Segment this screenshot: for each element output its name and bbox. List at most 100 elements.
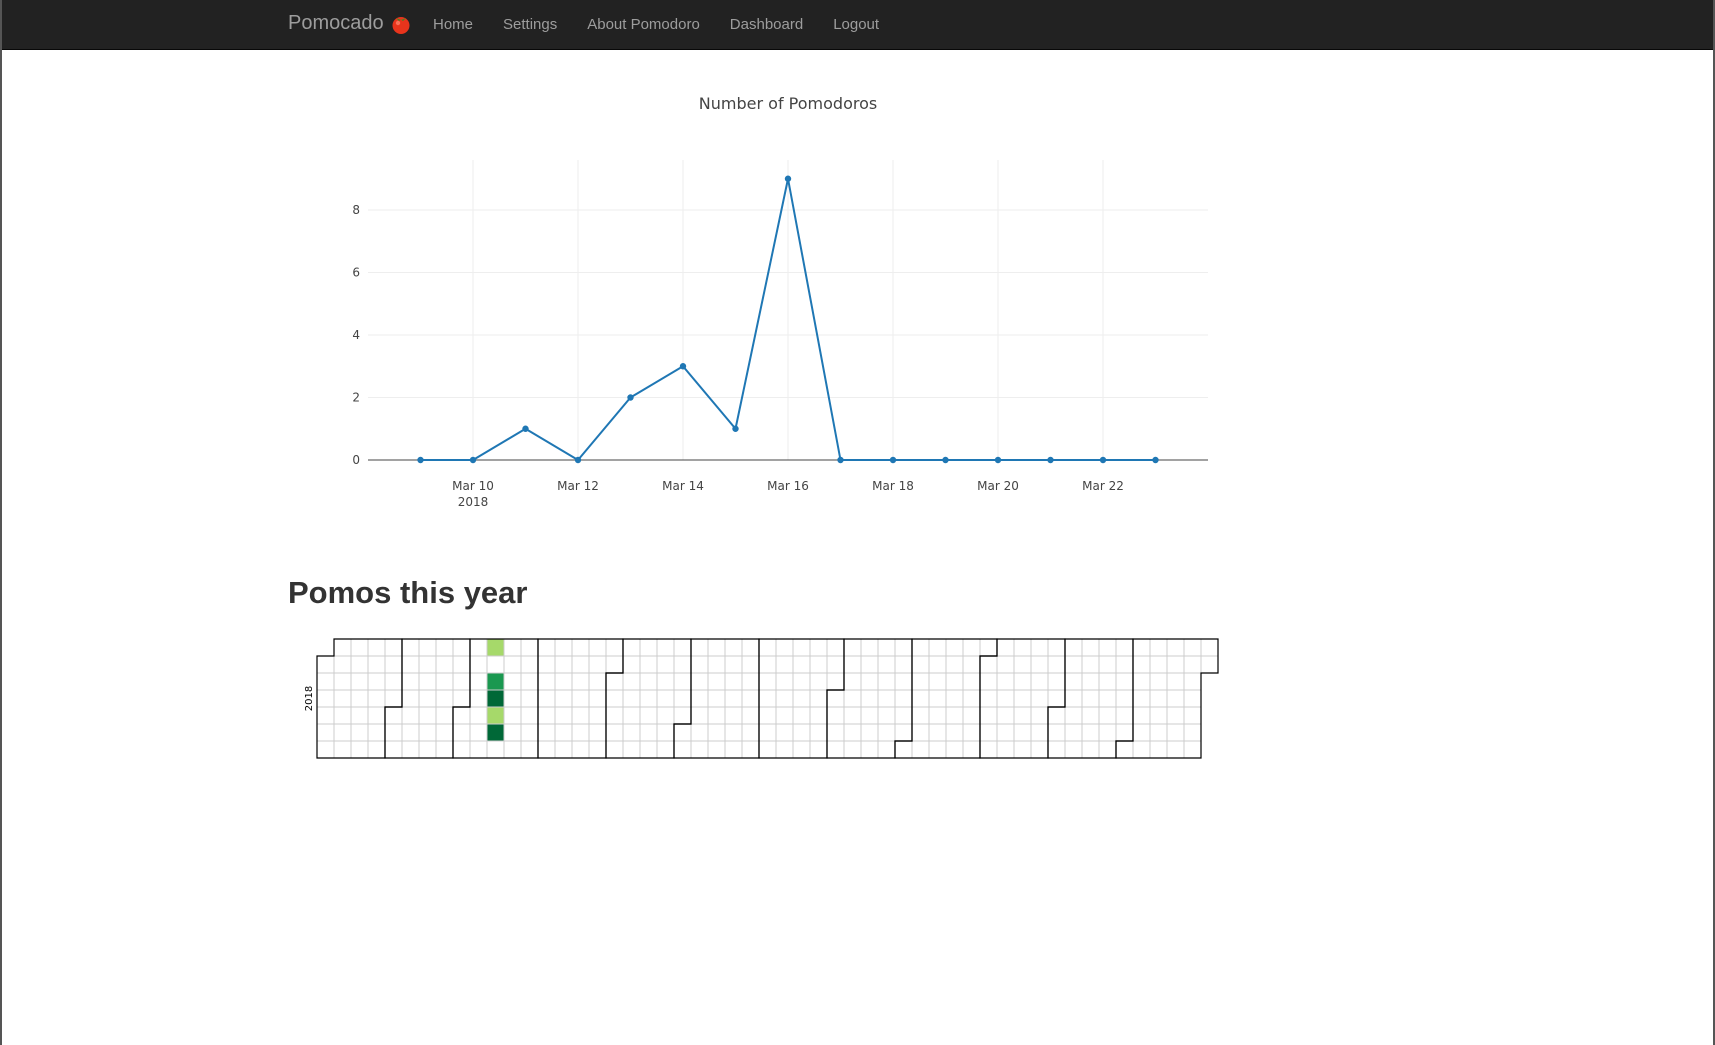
heatmap-day-cell [1064,740,1083,759]
heatmap-title: Pomos this year [288,575,528,610]
heatmap-day-cell [962,740,981,759]
x-tick-year-label: 2018 [458,495,489,509]
heatmap-day-cell [1132,638,1151,657]
heatmap-day-cell [1149,672,1168,691]
line-chart-svg: 0 2 4 6 8 Mar 10 2018 Mar 12 Mar 14 Mar 16 Mar 18 M… [352,160,1208,509]
data-point [889,456,897,464]
heatmap-day-cell [1132,655,1151,674]
heatmap-day-cell [707,740,726,759]
heatmap-day-cell [979,672,998,691]
heatmap-day-cell [554,689,573,708]
heatmap-day-cell [384,723,403,742]
heatmap-day-cell [1132,706,1151,725]
heatmap-day-cell [384,706,403,725]
heatmap-day-cell [758,638,777,657]
heatmap-day-cell [1047,672,1066,691]
heatmap-day-cell [401,706,420,725]
heatmap-day-cell [809,638,828,657]
heatmap-day-cell [503,672,522,691]
heatmap-day-cell [979,740,998,759]
heatmap-day-cell [1047,638,1066,657]
nav-about-pomodoro[interactable]: About Pomodoro [572,0,715,49]
heatmap-day-cell [690,706,709,725]
heatmap-day-cell [741,706,760,725]
heatmap-day-cell [1132,723,1151,742]
heatmap-day-cell [707,706,726,725]
heatmap-day-cell [945,740,964,759]
heatmap-day-cell [588,638,607,657]
heatmap-day-cell [639,706,658,725]
data-point [1099,456,1107,464]
heatmap-day-cell [1115,672,1134,691]
heatmap-day-cell [707,638,726,657]
heatmap-day-cell [418,723,437,742]
heatmap-day-cell [792,638,811,657]
heatmap-day-cell [1115,689,1134,708]
heatmap-day-cell [350,706,369,725]
heatmap-day-cell [469,672,488,691]
brand-link[interactable]: Pomocado [288,12,412,35]
heatmap-day-cell [1183,672,1202,691]
heatmap-day-cell [1030,689,1049,708]
heatmap-day-cell [809,723,828,742]
heatmap-day-cell [554,638,573,657]
heatmap-day-cell [622,723,641,742]
heatmap-day-cell [996,723,1015,742]
heatmap-day-cell [418,706,437,725]
heatmap-day-cell [1149,706,1168,725]
heatmap-day-cell [775,672,794,691]
heatmap-day-cell [418,638,437,657]
heatmap-day-cell [486,689,505,708]
heatmap-day-cell [435,706,454,725]
heatmap-day-cell [911,672,930,691]
heatmap-day-cell [588,655,607,674]
heatmap-day-cell [1081,638,1100,657]
nav-logout[interactable]: Logout [818,0,894,49]
heatmap-day-cell [877,655,896,674]
heatmap-day-cell [1149,723,1168,742]
x-tick-label: Mar 12 [557,479,599,493]
heatmap-day-cell [1115,740,1134,759]
heatmap-day-cell [928,638,947,657]
heatmap-day-cell [401,689,420,708]
heatmap-day-cell [1098,655,1117,674]
heatmap-day-cell [486,672,505,691]
heatmap-day-cell [792,706,811,725]
heatmap-day-cell [1098,740,1117,759]
data-point [469,456,477,464]
heatmap-day-cell [1013,638,1032,657]
nav-settings[interactable]: Settings [488,0,572,49]
heatmap-day-cell [928,740,947,759]
nav-dashboard[interactable]: Dashboard [715,0,818,49]
heatmap-day-cell [741,723,760,742]
heatmap-day-cell [384,655,403,674]
heatmap-day-cell [1098,689,1117,708]
heatmap-day-cell [826,706,845,725]
heatmap-day-cell [860,672,879,691]
heatmap-day-cell [979,706,998,725]
heatmap-day-cell [1030,672,1049,691]
heatmap-day-cell [877,706,896,725]
heatmap-day-cell [316,723,335,742]
heatmap-day-cell [316,689,335,708]
heatmap-day-cell [367,740,386,759]
heatmap-year-label: 2018 [304,686,315,711]
heatmap-day-cell [1098,672,1117,691]
heatmap-day-cell [1064,638,1083,657]
nav-home[interactable]: Home [418,0,488,49]
heatmap-day-cell [486,638,505,657]
heatmap-day-cell [1081,706,1100,725]
year-heatmap: 2018 [304,638,1219,759]
heatmap-day-cell [741,689,760,708]
heatmap-day-cell [809,689,828,708]
heatmap-day-cell [1183,655,1202,674]
heatmap-day-cell [894,723,913,742]
heatmap-day-cell [843,689,862,708]
heatmap-day-cell [350,689,369,708]
heatmap-day-cell [741,638,760,657]
heatmap-day-cell [1149,740,1168,759]
heatmap-day-cell [656,740,675,759]
heatmap-day-cell [537,723,556,742]
heatmap-day-cell [520,638,539,657]
heatmap-day-cell [639,655,658,674]
